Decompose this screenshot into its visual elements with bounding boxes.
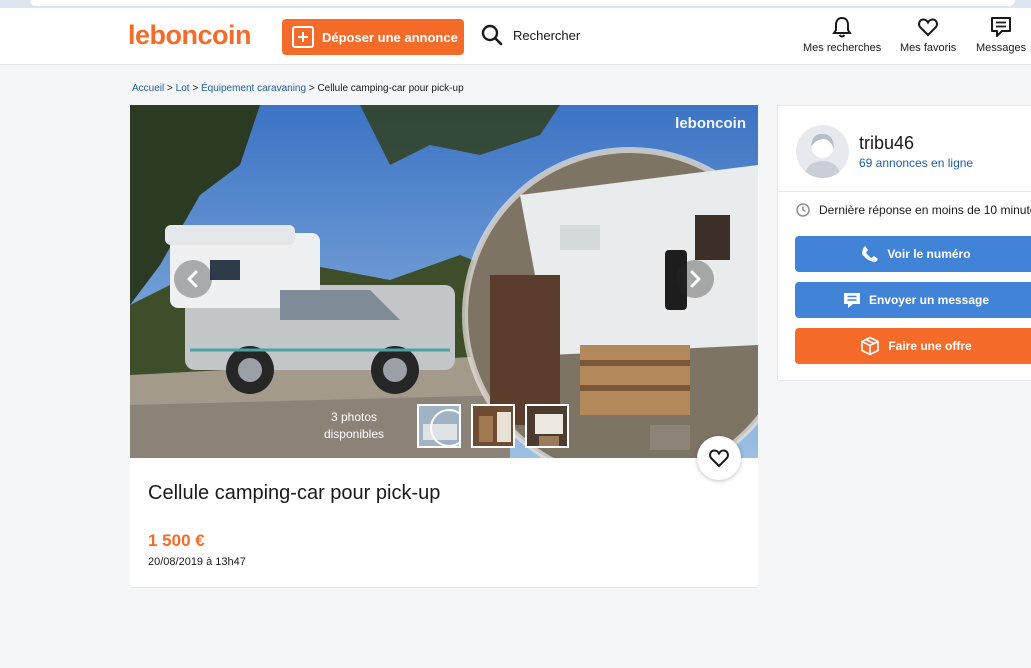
listing-date: 20/08/2019 à 13h47 <box>148 556 246 568</box>
seller-panel: tribu46 69 annonces en ligne Dernière ré… <box>777 105 1031 381</box>
thumbnail[interactable] <box>525 404 569 448</box>
send-message-button[interactable]: Envoyer un message <box>795 282 1031 318</box>
search-icon <box>481 24 503 46</box>
search-label: Rechercher <box>513 27 581 43</box>
response-time-label: Dernière réponse en moins de 10 minutes <box>819 203 1031 217</box>
nav-favorites[interactable]: Mes favoris <box>900 16 956 54</box>
search-button[interactable]: Rechercher <box>481 24 580 46</box>
heart-icon <box>918 18 939 37</box>
leboncoin-logo[interactable]: leboncoin <box>128 20 252 51</box>
message-icon <box>991 17 1012 37</box>
nav-saved-searches-label: Mes recherches <box>803 42 882 54</box>
previous-photo-button[interactable] <box>174 260 212 298</box>
breadcrumb-current: Cellule camping-car pour pick-up <box>317 83 464 94</box>
chevron-right-icon <box>690 270 701 288</box>
seller-ads-link[interactable]: 69 annonces en ligne <box>859 156 973 170</box>
favorite-button[interactable] <box>697 436 741 480</box>
thumbnail[interactable] <box>417 404 461 448</box>
photo-gallery[interactable]: leboncoin 3 photos disponibles <box>130 105 758 458</box>
seller-name[interactable]: tribu46 <box>859 133 914 154</box>
chat-icon <box>843 292 860 308</box>
nav-saved-searches[interactable]: Mes recherches <box>803 16 881 54</box>
show-number-label: Voir le numéro <box>887 247 971 261</box>
photos-count-number: 3 photos <box>330 410 378 424</box>
divider <box>778 191 1031 192</box>
chevron-left-icon <box>187 270 198 288</box>
avatar[interactable] <box>796 125 849 178</box>
heart-icon <box>709 449 729 468</box>
watermark-logo: leboncoin <box>675 115 746 132</box>
nav-favorites-label: Mes favoris <box>900 42 957 54</box>
next-photo-button[interactable] <box>676 260 714 298</box>
photos-count-label: disponibles <box>323 427 385 441</box>
phone-icon <box>862 246 879 262</box>
show-number-button[interactable]: Voir le numéro <box>795 236 1031 272</box>
breadcrumb-home[interactable]: Accueil <box>132 83 164 94</box>
clock-icon <box>796 203 810 217</box>
plus-icon <box>292 26 314 48</box>
breadcrumb-separator: > <box>308 83 315 94</box>
send-message-label: Envoyer un message <box>868 293 990 307</box>
breadcrumb-separator: > <box>167 83 173 94</box>
listing-title: Cellule camping-car pour pick-up <box>148 482 441 504</box>
site-header: leboncoin Déposer une annonce Rechercher… <box>0 8 1031 65</box>
nav-messages-label: Messages <box>976 42 1027 54</box>
breadcrumb-lot[interactable]: Lot <box>176 83 190 94</box>
post-ad-button[interactable]: Déposer une annonce <box>282 19 464 55</box>
thumbnail-image <box>473 406 513 446</box>
user-avatar-icon <box>804 133 841 178</box>
browser-bar <box>30 0 1015 6</box>
response-time: Dernière réponse en moins de 10 minutes <box>796 203 1031 217</box>
breadcrumb-category[interactable]: Équipement caravaning <box>201 83 306 94</box>
package-icon <box>861 336 880 356</box>
thumbnail-image <box>527 406 567 446</box>
listing-price: 1 500 € <box>148 531 205 550</box>
photos-count: 3 photos disponibles <box>318 409 390 443</box>
nav-messages[interactable]: Messages <box>976 16 1026 54</box>
bell-icon <box>832 16 852 38</box>
breadcrumb: Accueil > Lot > Équipement caravaning > … <box>132 83 464 94</box>
make-offer-button[interactable]: Faire une offre <box>795 328 1031 364</box>
listing-info: Cellule camping-car pour pick-up 1 500 €… <box>130 458 758 588</box>
thumbnail[interactable] <box>471 404 515 448</box>
post-ad-label: Déposer une annonce <box>322 29 458 45</box>
breadcrumb-separator: > <box>192 83 199 94</box>
make-offer-label: Faire une offre <box>888 339 972 353</box>
thumbnail-image <box>419 406 459 446</box>
browser-top-strip <box>0 0 1031 8</box>
